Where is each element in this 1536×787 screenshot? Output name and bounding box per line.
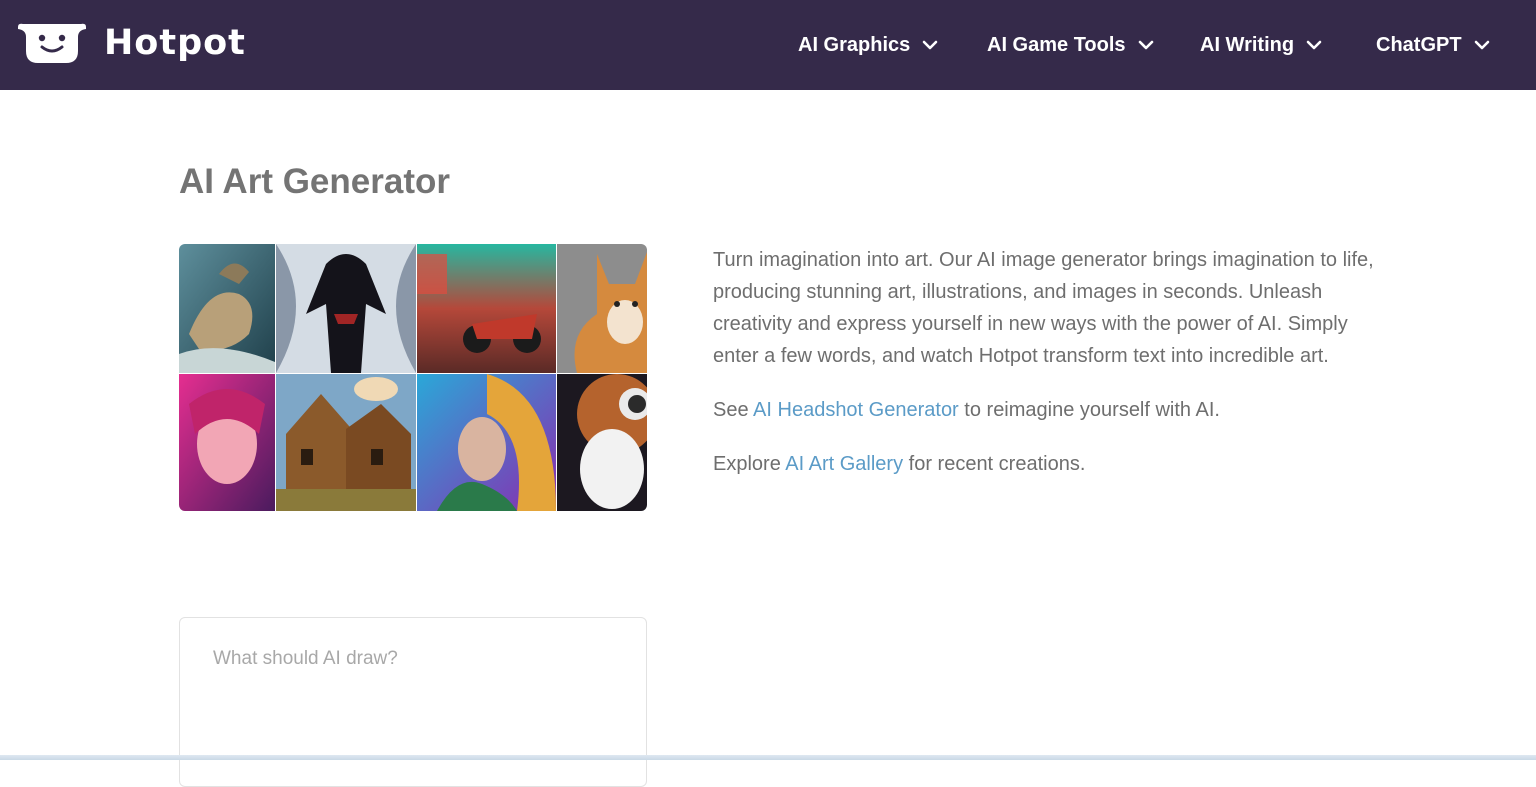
prompt-input[interactable] <box>180 618 646 786</box>
headshot-suffix: to reimagine yourself with AI. <box>958 399 1220 421</box>
gallery-image-shiba-puppy <box>557 244 647 373</box>
gallery-image-medieval-house <box>276 374 416 511</box>
intro-paragraph: Turn imagination into art. Our AI image … <box>713 249 1374 367</box>
nav-ai-graphics[interactable]: AI Graphics <box>798 0 938 90</box>
page-title: AI Art Generator <box>179 162 450 201</box>
gallery-image-neon-girl <box>179 374 275 511</box>
ai-art-gallery-link[interactable]: AI Art Gallery <box>785 453 903 475</box>
ai-headshot-generator-link[interactable]: AI Headshot Generator <box>753 399 959 421</box>
nav-ai-game-tools[interactable]: AI Game Tools <box>987 0 1154 90</box>
chevron-down-icon <box>922 40 938 50</box>
nav-ai-writing[interactable]: AI Writing <box>1200 0 1322 90</box>
chevron-down-icon <box>1474 40 1489 50</box>
nav-label: ChatGPT <box>1376 33 1462 56</box>
gallery-image-astronaut <box>557 374 647 511</box>
nav-chatgpt[interactable]: ChatGPT <box>1376 0 1490 90</box>
gallery-prefix: Explore <box>713 453 786 475</box>
gallery-image-symbiote <box>276 244 416 373</box>
headshot-paragraph: See AI Headshot Generator to reimagine y… <box>713 394 1393 426</box>
nav-label: AI Graphics <box>798 33 911 56</box>
page-bottom-edge <box>0 755 1536 760</box>
nav-label: AI Game Tools <box>987 33 1126 56</box>
prompt-box <box>179 617 647 787</box>
top-navigation-bar: Hotpot AI Graphics AI Game Tools AI Writ… <box>0 0 1536 90</box>
gallery-paragraph: Explore AI Art Gallery for recent creati… <box>713 448 1393 480</box>
gallery-image-feathered-woman <box>417 374 556 511</box>
brand-logo-link[interactable]: Hotpot <box>16 20 246 66</box>
gallery-image-dragon <box>179 244 275 373</box>
brand-name: Hotpot <box>104 23 246 63</box>
nav-label: AI Writing <box>1200 33 1295 56</box>
description: Turn imagination into art. Our AI image … <box>713 244 1393 502</box>
chevron-down-icon <box>1306 40 1322 50</box>
gallery-suffix: for recent creations. <box>903 453 1086 475</box>
chevron-down-icon <box>1138 40 1153 50</box>
smiling-pot-logo-icon <box>18 23 86 63</box>
gallery-image-motorcycle <box>417 244 556 373</box>
headshot-prefix: See <box>713 399 754 421</box>
example-art-gallery <box>179 244 647 511</box>
